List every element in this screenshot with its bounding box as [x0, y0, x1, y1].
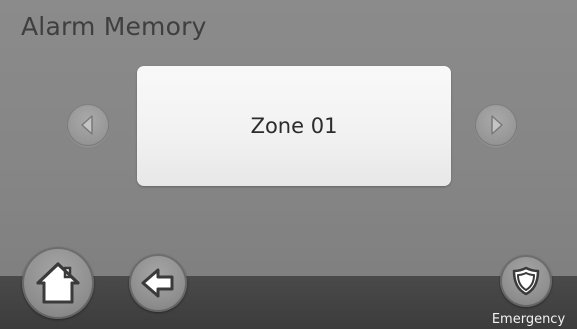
chevron-right-icon — [491, 115, 503, 135]
shield-icon — [512, 266, 540, 296]
chevron-left-icon — [81, 115, 93, 135]
home-icon — [36, 262, 80, 304]
emergency-label: Emergency — [491, 312, 566, 327]
zone-label: Zone 01 — [250, 114, 338, 138]
back-arrow-icon — [141, 268, 174, 298]
page-title: Alarm Memory — [21, 12, 207, 41]
next-button[interactable] — [475, 104, 517, 146]
home-button[interactable] — [22, 247, 94, 319]
emergency-button[interactable] — [500, 255, 552, 307]
alarm-memory-screen: Alarm Memory Zone 01 Emergency — [0, 0, 577, 329]
alarm-zone-panel: Zone 01 — [137, 66, 451, 186]
back-button[interactable] — [129, 254, 187, 312]
previous-button[interactable] — [67, 104, 109, 146]
